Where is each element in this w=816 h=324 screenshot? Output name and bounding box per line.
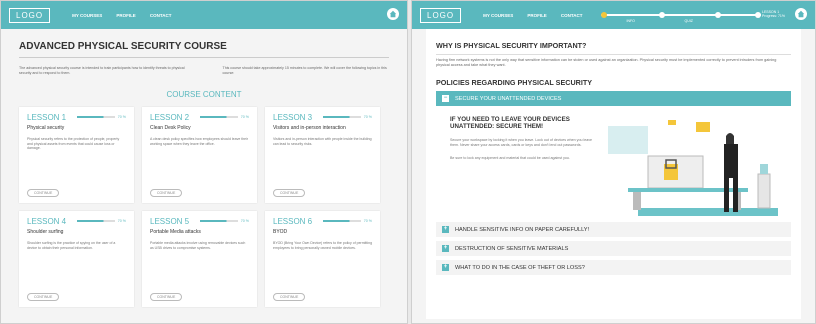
intro-paragraph: Having firm network systems is not the o…	[436, 58, 777, 67]
lesson-description: Visitors and in-person interaction with …	[273, 137, 372, 146]
course-intro: The advanced physical security course is…	[19, 66, 389, 76]
lesson-description: A clean desk policy specifies how employ…	[150, 137, 249, 146]
policies-heading: POLICIES REGARDING PHYSICAL SECURITY	[436, 78, 593, 87]
policy-accordion: − SECURE YOUR UNATTENDED DEVICES IF YOU …	[436, 91, 791, 275]
logo: LOGO	[9, 7, 51, 23]
continue-button[interactable]: CONTINUE	[27, 293, 60, 301]
progress-step[interactable]	[754, 12, 761, 18]
continue-button[interactable]: CONTINUE	[273, 189, 306, 197]
lesson-progress: 70 %	[199, 115, 249, 119]
lesson-progress: 70 %	[322, 219, 372, 223]
nav-my-courses[interactable]: MY COURSES	[72, 13, 102, 18]
intro-right-text: This course should take approximately 15…	[222, 66, 387, 75]
lesson-title: Shoulder surfing	[27, 229, 64, 235]
accordion-label: DESTRUCTION OF SENSITIVE MATERIALS	[455, 245, 569, 252]
main-nav: MY COURSES PROFILE CONTACT	[72, 13, 171, 18]
main-nav: MY COURSES PROFILE CONTACT	[483, 13, 582, 18]
lesson-status-progress: Progress: 71%	[762, 14, 785, 18]
lesson-progress: 70 %	[322, 115, 372, 119]
accordion-label: SECURE YOUR UNATTENDED DEVICES	[455, 95, 562, 102]
course-page: ADVANCED PHYSICAL SECURITY COURSE The ad…	[1, 29, 407, 315]
lesson-title: Physical security	[27, 125, 65, 131]
progress-step[interactable]	[714, 12, 721, 18]
nav-profile[interactable]: PROFILE	[527, 13, 547, 18]
lesson-title: Portable Media attacks	[150, 229, 201, 235]
progress-percent: 70 %	[240, 219, 249, 223]
expand-icon: +	[442, 245, 449, 252]
top-nav-bar: LOGO MY COURSES PROFILE CONTACT	[1, 1, 407, 29]
nav-contact[interactable]: CONTACT	[561, 13, 583, 18]
lesson-description: Portable media attacks involve using rem…	[150, 241, 246, 250]
lesson-title: Clean Desk Policy	[150, 125, 191, 131]
progress-percent: 70 %	[240, 115, 249, 119]
continue-button[interactable]: CONTINUE	[27, 189, 60, 197]
logo: LOGO	[420, 7, 462, 23]
lesson-card[interactable]: LESSON 6 70 % BYOD BYOD (Bring Your Own …	[265, 211, 380, 307]
lesson-grid: LESSON 1 70 % Physical security Physical…	[19, 107, 389, 307]
lesson-card[interactable]: LESSON 1 70 % Physical security Physical…	[19, 107, 134, 203]
nav-my-courses[interactable]: MY COURSES	[483, 13, 513, 18]
section-heading: WHY IS PHYSICAL SECURITY IMPORTANT?	[436, 41, 587, 50]
progress-step[interactable]	[658, 12, 665, 18]
accordion-label: WHAT TO DO IN THE CASE OF THEFT OR LOSS?	[455, 264, 585, 271]
accordion-label: HANDLE SENSITIVE INFO ON PAPER CAREFULLY…	[455, 226, 590, 233]
section-title: COURSE CONTENT	[166, 90, 242, 99]
lesson-card[interactable]: LESSON 3 70 % Visitors and in-person int…	[265, 107, 380, 203]
accordion-panel: IF YOU NEED TO LEAVE YOUR DEVICES UNATTE…	[436, 110, 791, 222]
accordion-header-destruction[interactable]: + DESTRUCTION OF SENSITIVE MATERIALS	[436, 241, 791, 256]
continue-button[interactable]: CONTINUE	[150, 293, 183, 301]
continue-button[interactable]: CONTINUE	[273, 293, 306, 301]
intro-left-text: The advanced physical security course is…	[19, 66, 185, 75]
panel-paragraph: Secure your workspace by locking it when…	[450, 138, 593, 147]
panel-heading: IF YOU NEED TO LEAVE YOUR DEVICES UNATTE…	[450, 116, 570, 130]
accordion-header-theft-loss[interactable]: + WHAT TO DO IN THE CASE OF THEFT OR LOS…	[436, 260, 791, 275]
progress-percent: 70 %	[117, 115, 126, 119]
lesson-card[interactable]: LESSON 5 70 % Portable Media attacks Por…	[142, 211, 257, 307]
progress-percent: 70 %	[363, 115, 372, 119]
nav-profile[interactable]: PROFILE	[116, 13, 136, 18]
lesson-description: BYOD (Bring Your Own Device) refers to t…	[273, 241, 373, 250]
nav-contact[interactable]: CONTACT	[150, 13, 172, 18]
lesson-description: Shoulder surfing is the practice of spyi…	[27, 241, 116, 250]
progress-percent: 70 %	[117, 219, 126, 223]
progress-step-current[interactable]	[600, 12, 607, 18]
lesson-description: Physical security refers to the protecti…	[27, 137, 120, 151]
lesson-progress: 70 %	[76, 219, 126, 223]
lesson-screen: LOGO MY COURSES PROFILE CONTACT INFO QUI…	[411, 0, 816, 324]
lesson-progress: 70 %	[76, 115, 126, 119]
continue-button[interactable]: CONTINUE	[150, 189, 183, 197]
lesson-status: LESSON 1 Progress: 71%	[762, 10, 785, 18]
lesson-step-progress: INFO QUIZ	[600, 9, 761, 23]
divider	[19, 57, 389, 58]
progress-label-quiz: QUIZ	[684, 19, 693, 23]
panel-paragraph: Be sure to lock any equipment and materi…	[450, 155, 570, 160]
office-illustration	[608, 116, 778, 220]
course-overview-screen: LOGO MY COURSES PROFILE CONTACT ADVANCED…	[0, 0, 408, 324]
home-icon[interactable]	[387, 8, 399, 20]
collapse-icon: −	[442, 95, 449, 102]
accordion-text: IF YOU NEED TO LEAVE YOUR DEVICES UNATTE…	[450, 116, 600, 214]
lesson-card[interactable]: LESSON 4 70 % Shoulder surfing Shoulder …	[19, 211, 134, 307]
lesson-card[interactable]: LESSON 2 70 % Clean Desk Policy A clean …	[142, 107, 257, 203]
lesson-title: Visitors and in-person interaction	[273, 125, 346, 131]
progress-label-info: INFO	[626, 19, 635, 23]
lesson-content: WHY IS PHYSICAL SECURITY IMPORTANT? Havi…	[426, 29, 801, 319]
top-nav-bar: LOGO MY COURSES PROFILE CONTACT INFO QUI…	[412, 1, 815, 29]
divider	[436, 54, 791, 55]
progress-percent: 70 %	[363, 219, 372, 223]
lesson-title: BYOD	[273, 229, 288, 235]
page-title: ADVANCED PHYSICAL SECURITY COURSE	[19, 41, 227, 52]
lesson-progress: 70 %	[199, 219, 249, 223]
expand-icon: +	[442, 226, 449, 233]
home-icon[interactable]	[795, 8, 807, 20]
accordion-header-unattended-devices[interactable]: − SECURE YOUR UNATTENDED DEVICES	[436, 91, 791, 106]
accordion-header-paper-info[interactable]: + HANDLE SENSITIVE INFO ON PAPER CAREFUL…	[436, 222, 791, 237]
expand-icon: +	[442, 264, 449, 271]
